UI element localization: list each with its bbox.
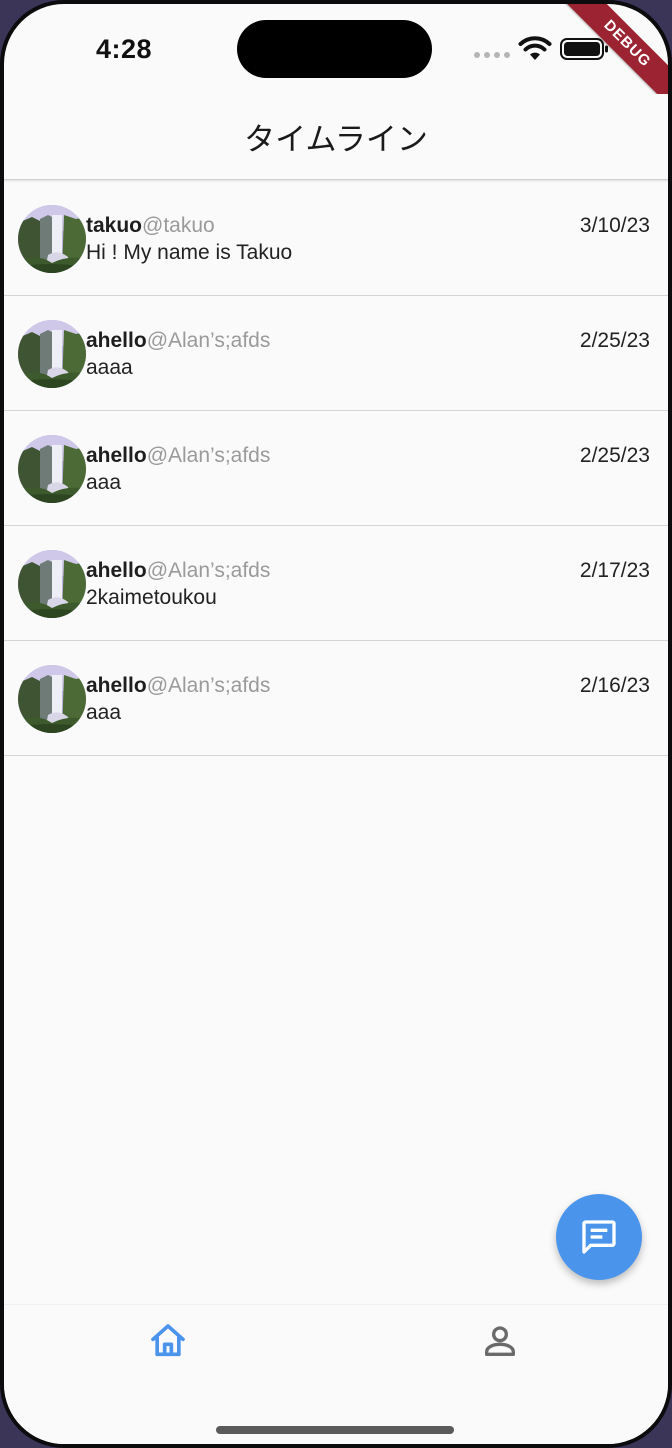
chat-bubble-icon <box>582 1220 616 1254</box>
avatar[interactable] <box>18 320 86 388</box>
wifi-icon <box>518 36 552 60</box>
nav-profile-tab[interactable] <box>480 1321 520 1361</box>
app-bar: タイムライン <box>4 94 668 180</box>
post-header: takuo@takuo <box>86 214 215 238</box>
post-header: ahello@Alan’s;afds <box>86 329 270 353</box>
bottom-navigation <box>4 1304 668 1444</box>
post-text: aaaa <box>86 356 133 379</box>
avatar[interactable] <box>18 205 86 273</box>
user-handle: @Alan’s;afds <box>146 444 271 467</box>
status-bar: 4:28 <box>4 4 668 94</box>
post-date: 2/17/23 <box>579 559 650 582</box>
waterfall-avatar-image <box>18 550 86 618</box>
post-header: ahello@Alan’s;afds <box>86 559 270 583</box>
nav-home-tab[interactable] <box>148 1321 188 1361</box>
avatar[interactable] <box>18 665 86 733</box>
post-date: 2/16/23 <box>579 674 650 697</box>
user-name[interactable]: ahello <box>86 559 147 582</box>
user-handle: @Alan’s;afds <box>146 329 271 352</box>
post-header: ahello@Alan’s;afds <box>86 674 270 698</box>
user-name[interactable]: ahello <box>86 444 147 467</box>
waterfall-avatar-image <box>18 320 86 388</box>
post-date: 2/25/23 <box>579 444 650 467</box>
person-icon <box>485 1326 515 1356</box>
timeline-list[interactable]: takuo@takuo 3/10/23 Hi ! My name is Taku… <box>4 181 668 756</box>
post-header: ahello@Alan’s;afds <box>86 444 270 468</box>
status-time: 4:28 <box>96 34 153 64</box>
post-text: aaa <box>86 701 122 724</box>
post-date: 2/25/23 <box>579 329 650 352</box>
new-post-button[interactable] <box>556 1194 642 1280</box>
home-icon <box>151 1324 185 1357</box>
post-text: Hi ! My name is Takuo <box>86 241 293 264</box>
waterfall-avatar-image <box>18 665 86 733</box>
user-name[interactable]: takuo <box>86 214 142 237</box>
post-date: 3/10/23 <box>579 214 650 237</box>
user-name[interactable]: ahello <box>86 674 147 697</box>
user-handle: @Alan’s;afds <box>146 559 271 582</box>
dynamic-island <box>237 20 432 78</box>
avatar[interactable] <box>18 435 86 503</box>
user-handle: @Alan’s;afds <box>146 674 271 697</box>
cellular-signal-icon <box>474 52 510 58</box>
home-indicator[interactable] <box>216 1426 454 1434</box>
post-text: 2kaimetoukou <box>86 586 217 609</box>
user-name[interactable]: ahello <box>86 329 147 352</box>
app-screen: 4:28 DEBUG タイムライン takuo@takuo 3/10/23 Hi… <box>4 4 668 1444</box>
post-text: aaa <box>86 471 122 494</box>
page-title: タイムライン <box>244 122 428 157</box>
user-handle: @takuo <box>142 214 215 237</box>
post-item[interactable]: ahello@Alan’s;afds 2/25/23 aaaa <box>4 296 668 411</box>
post-item[interactable]: ahello@Alan’s;afds 2/25/23 aaa <box>4 411 668 526</box>
post-item[interactable]: takuo@takuo 3/10/23 Hi ! My name is Taku… <box>4 181 668 296</box>
post-item[interactable]: ahello@Alan’s;afds 2/17/23 2kaimetoukou <box>4 526 668 641</box>
avatar[interactable] <box>18 550 86 618</box>
post-item[interactable]: ahello@Alan’s;afds 2/16/23 aaa <box>4 641 668 756</box>
waterfall-avatar-image <box>18 435 86 503</box>
battery-icon <box>560 38 608 60</box>
waterfall-avatar-image <box>18 205 86 273</box>
device-frame: 4:28 DEBUG タイムライン takuo@takuo 3/10/23 Hi… <box>0 0 672 1448</box>
